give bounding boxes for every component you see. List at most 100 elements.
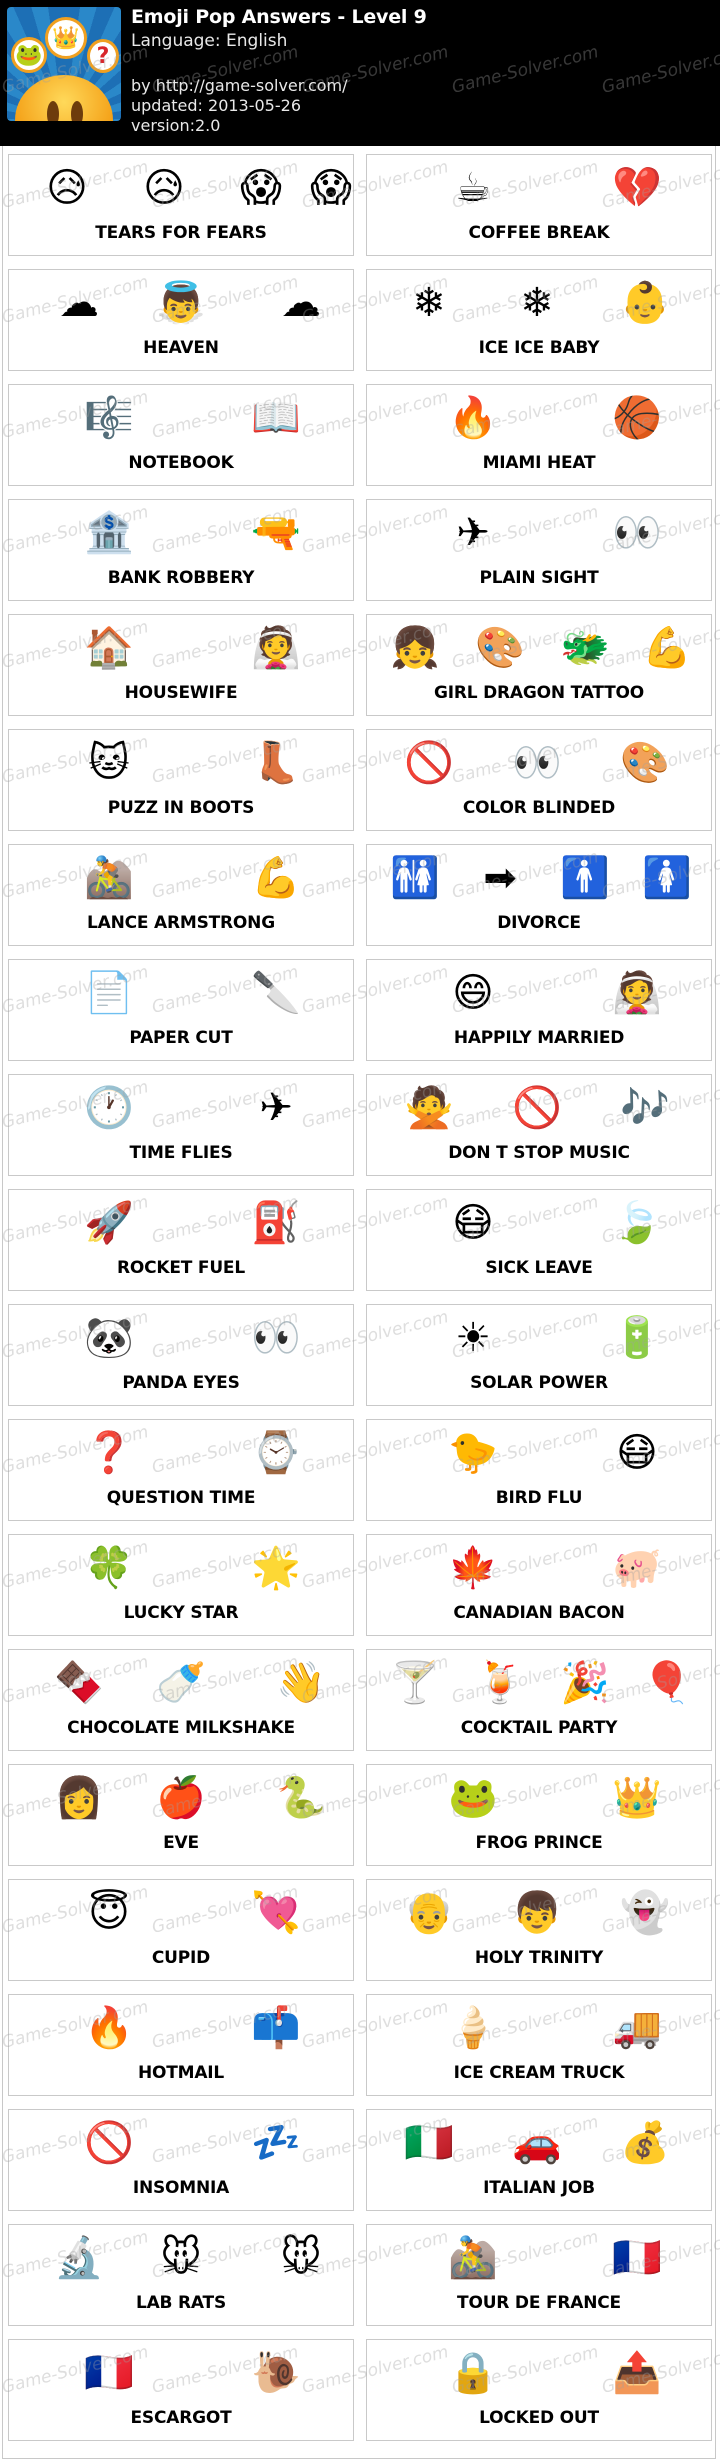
answer-card: 🍫 🍼 👋 CHOCOLATE MILKSHAKE [8,1649,354,1751]
snail-icon: 🐌 [251,2350,301,2396]
emoji-row: ☁ 👼 ☁ [9,276,353,330]
answer-label: TIME FLIES [129,1143,233,1163]
cloud-icon: ☁ [59,280,99,326]
answer-label: CHOCOLATE MILKSHAKE [67,1718,295,1738]
emoji-row: ❓ ⌚ [9,1426,353,1480]
answer-label: LANCE ARMSTRONG [87,913,275,933]
version-label: version:2.0 [131,116,221,135]
emoji-row: 🎼 📖 [9,391,353,445]
emoji-row: 🐸 👑 [367,1771,711,1825]
face-icon [15,75,113,121]
frog-icon: 🐸 [11,37,47,73]
eyes-icon: 👀 [612,510,662,556]
lock-icon: 🔒 [448,2350,498,2396]
tropical-drink-icon: 🍹 [475,1660,525,1706]
answer-card: 🐤 😷 BIRD FLU [366,1419,712,1521]
mask-face-icon: 😷 [452,1200,494,1246]
musical-score-icon: 🎼 [84,395,134,441]
mouse-face-icon: 🐭 [280,2235,322,2281]
answer-card: 🔒 📤 LOCKED OUT [366,2339,712,2441]
mouse-face-icon: 🐭 [160,2235,202,2281]
answer-label: SICK LEAVE [485,1258,593,1278]
source-link[interactable]: by http://game-solver.com/ [131,76,348,95]
answer-card: 🐸 👑 FROG PRINCE [366,1764,712,1866]
answer-label: ICE ICE BABY [478,338,600,358]
answer-label: COFFEE BREAK [468,223,610,243]
answer-label: ESCARGOT [130,2408,232,2428]
muscle-icon: 💪 [642,625,692,671]
zzz-icon: 💤 [251,2120,301,2166]
france-flag-icon: 🇫🇷 [84,2350,134,2396]
answer-label: ROCKET FUEL [117,1258,245,1278]
leaves-icon: 🍃 [612,1200,662,1246]
glowing-star-icon: 🌟 [251,1545,301,1591]
sun-icon: ☀ [455,1315,491,1361]
knife-icon: 🔪 [251,970,301,1016]
answer-label: SOLAR POWER [470,1373,608,1393]
answer-label: LUCKY STAR [123,1603,239,1623]
baby-bottle-icon: 🍼 [156,1660,206,1706]
ghost-icon: 👻 [620,1890,670,1936]
answer-card: 🍀 🌟 LUCKY STAR [8,1534,354,1636]
emoji-row: 🔥 🏀 [367,391,711,445]
emoji-row: 🚵 💪 [9,851,353,905]
apple-icon: 🍎 [156,1775,206,1821]
emoji-row: 🐼 👀 [9,1311,353,1365]
emoji-row: 🍫 🍼 👋 [9,1656,353,1710]
app-icon: 🐸 👑 ? [7,7,121,121]
answer-card: 👧 🎨 🐲 💪 GIRL DRAGON TATTOO [366,614,712,716]
right-arrow-icon: ➡ [483,855,517,901]
emoji-row: 😥 😥 😱 😱 [9,161,353,215]
answer-label: BANK ROBBERY [107,568,255,588]
answer-card: 🍦 🚚 ICE CREAM TRUCK [366,1994,712,2096]
emoji-row: 🙅 🚫 🎶 [367,1081,711,1135]
muscle-icon: 💪 [251,855,301,901]
balloon-icon: 🎈 [642,1660,692,1706]
emoji-row: 😄 👰 [367,966,711,1020]
crown-icon: 👑 [45,17,87,59]
answer-card: 🏦 🔫 BANK ROBBERY [8,499,354,601]
answer-card: 🙅 🚫 🎶 DON T STOP MUSIC [366,1074,712,1176]
emoji-row: 🍀 🌟 [9,1541,353,1595]
answer-card: ☁ 👼 ☁ HEAVEN [8,269,354,371]
boot-icon: 👢 [251,740,301,786]
language-label: Language: English [131,31,288,51]
outbox-tray-icon: 📤 [612,2350,662,2396]
emoji-row: 🚵 🇫🇷 [367,2231,711,2285]
emoji-row: 😷 🍃 [367,1196,711,1250]
battery-icon: 🔋 [612,1315,662,1361]
answer-label: TOUR DE FRANCE [457,2293,621,2313]
answer-label: CUPID [151,1948,211,1968]
answer-label: ITALIAN JOB [483,2178,595,2198]
answer-label: HOTMAIL [137,2063,225,2083]
answer-card: ❓ ⌚ QUESTION TIME [8,1419,354,1521]
emoji-row: 🚀 ⛽ [9,1196,353,1250]
snake-icon: 🐍 [276,1775,326,1821]
car-icon: 🚗 [512,2120,562,2166]
eyes-icon: 👀 [251,1315,301,1361]
cloud-icon: ☁ [281,280,321,326]
fuel-pump-icon: ⛽ [251,1200,301,1246]
answer-label: HOLY TRINITY [474,1948,604,1968]
answers-grid: 😥 😥 😱 😱 TEARS FOR FEARS ☕ 💔 COFFEE BREAK ☁ 👼 ☁ HEAV… [8,154,712,2441]
maple-leaf-icon: 🍁 [448,1545,498,1591]
answer-card: 🚫 👀 🎨 COLOR BLINDED [366,729,712,831]
answer-card: 🚀 ⛽ ROCKET FUEL [8,1189,354,1291]
dragon-face-icon: 🐲 [560,625,610,671]
answer-label: BIRD FLU [495,1488,583,1508]
answer-label: INSOMNIA [132,2178,230,2198]
answer-card: 🚵 🇫🇷 TOUR DE FRANCE [366,2224,712,2326]
answer-label: LOCKED OUT [479,2408,599,2428]
answer-card: ✈ 👀 PLAIN SIGHT [366,499,712,601]
answer-card: 😥 😥 😱 😱 TEARS FOR FEARS [8,154,354,256]
broken-heart-icon: 💔 [612,165,662,211]
emoji-row: 🚫 💤 [9,2116,353,2170]
page-icon: 📄 [84,970,134,1016]
answer-label: PLAIN SIGHT [479,568,599,588]
cat-face-icon: 🐱 [88,740,130,786]
answer-card: 👴 👦 👻 HOLY TRINITY [366,1879,712,1981]
old-man-icon: 👴 [404,1890,454,1936]
answer-card: ❄ ❄ 👶 ICE ICE BABY [366,269,712,371]
answer-label: DIVORCE [497,913,581,933]
bride-icon: 👰 [612,970,662,1016]
